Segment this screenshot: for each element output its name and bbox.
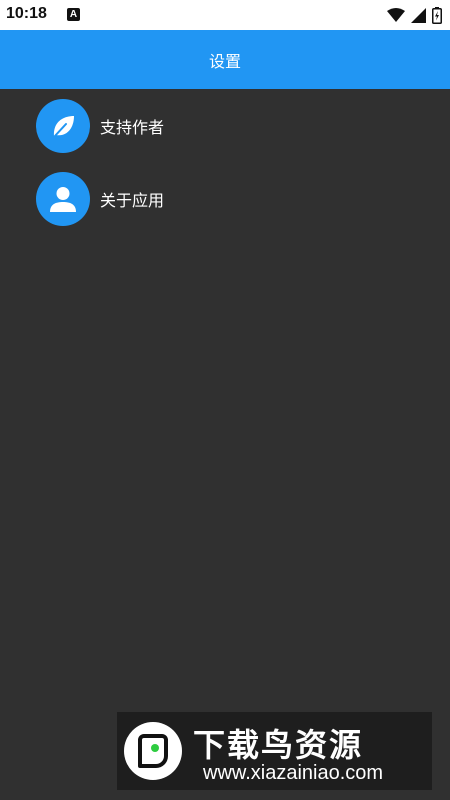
signal-icon: [411, 7, 426, 23]
leaf-icon: [36, 99, 90, 153]
watermark: 下载鸟资源 www.xiazainiao.com: [117, 712, 432, 790]
support-author-item[interactable]: 支持作者: [36, 99, 164, 153]
app-bar: 设置: [0, 30, 450, 89]
about-app-item[interactable]: 关于应用: [36, 172, 164, 226]
watermark-logo-icon: [124, 722, 182, 780]
support-author-label: 支持作者: [100, 118, 165, 137]
watermark-url: www.xiazainiao.com: [203, 762, 384, 784]
person-icon: [36, 172, 90, 226]
status-time: 10:18: [6, 5, 47, 22]
about-app-label: 关于应用: [100, 191, 165, 210]
battery-icon: [432, 6, 442, 24]
wifi-icon: [387, 8, 405, 22]
settings-screen: 10:18 A 设置 支持作者 关于应用 下载鸟资源 www.xiazainia…: [0, 0, 450, 800]
notification-icon: A: [67, 8, 80, 21]
watermark-title: 下载鸟资源: [193, 726, 364, 764]
status-icons: [387, 6, 442, 24]
page-title: 设置: [208, 51, 241, 71]
status-bar: 10:18 A: [0, 0, 450, 30]
